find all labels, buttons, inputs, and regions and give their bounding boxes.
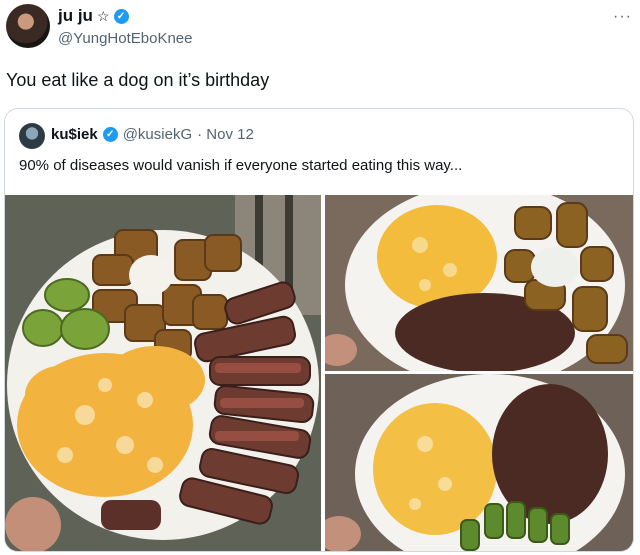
photo-steak-plate[interactable]: [5, 195, 321, 551]
photo-eggs-beef-potatoes[interactable]: [325, 195, 633, 371]
quoted-date: · Nov 12: [197, 126, 254, 143]
more-options-icon[interactable]: ···: [613, 8, 632, 26]
quoted-display-name: ku$iek: [51, 126, 98, 143]
star-emoji: ☆: [96, 7, 110, 24]
quoted-user-avatar: [19, 123, 45, 149]
verified-badge-icon: ✓: [113, 8, 129, 24]
quoted-tweet-text: 90% of diseases would vanish if everyone…: [19, 157, 463, 174]
user-handle[interactable]: @YungHotEboKnee: [58, 30, 193, 47]
quoted-handle: @kusiekG: [122, 126, 193, 143]
tweet-text: You eat like a dog on it’s birthday: [6, 70, 270, 90]
user-avatar[interactable]: [6, 4, 50, 48]
display-name[interactable]: ju ju ☆ ✓: [58, 6, 129, 26]
quoted-tweet-header: ku$iek ✓ @kusiekG · Nov 12: [51, 126, 254, 143]
verified-badge-icon: ✓: [102, 127, 118, 142]
display-name-text: ju ju: [58, 6, 93, 25]
photo-eggs-beef-pickles[interactable]: [325, 374, 633, 551]
quoted-tweet-card[interactable]: ku$iek ✓ @kusiekG · Nov 12 90% of diseas…: [4, 108, 634, 552]
